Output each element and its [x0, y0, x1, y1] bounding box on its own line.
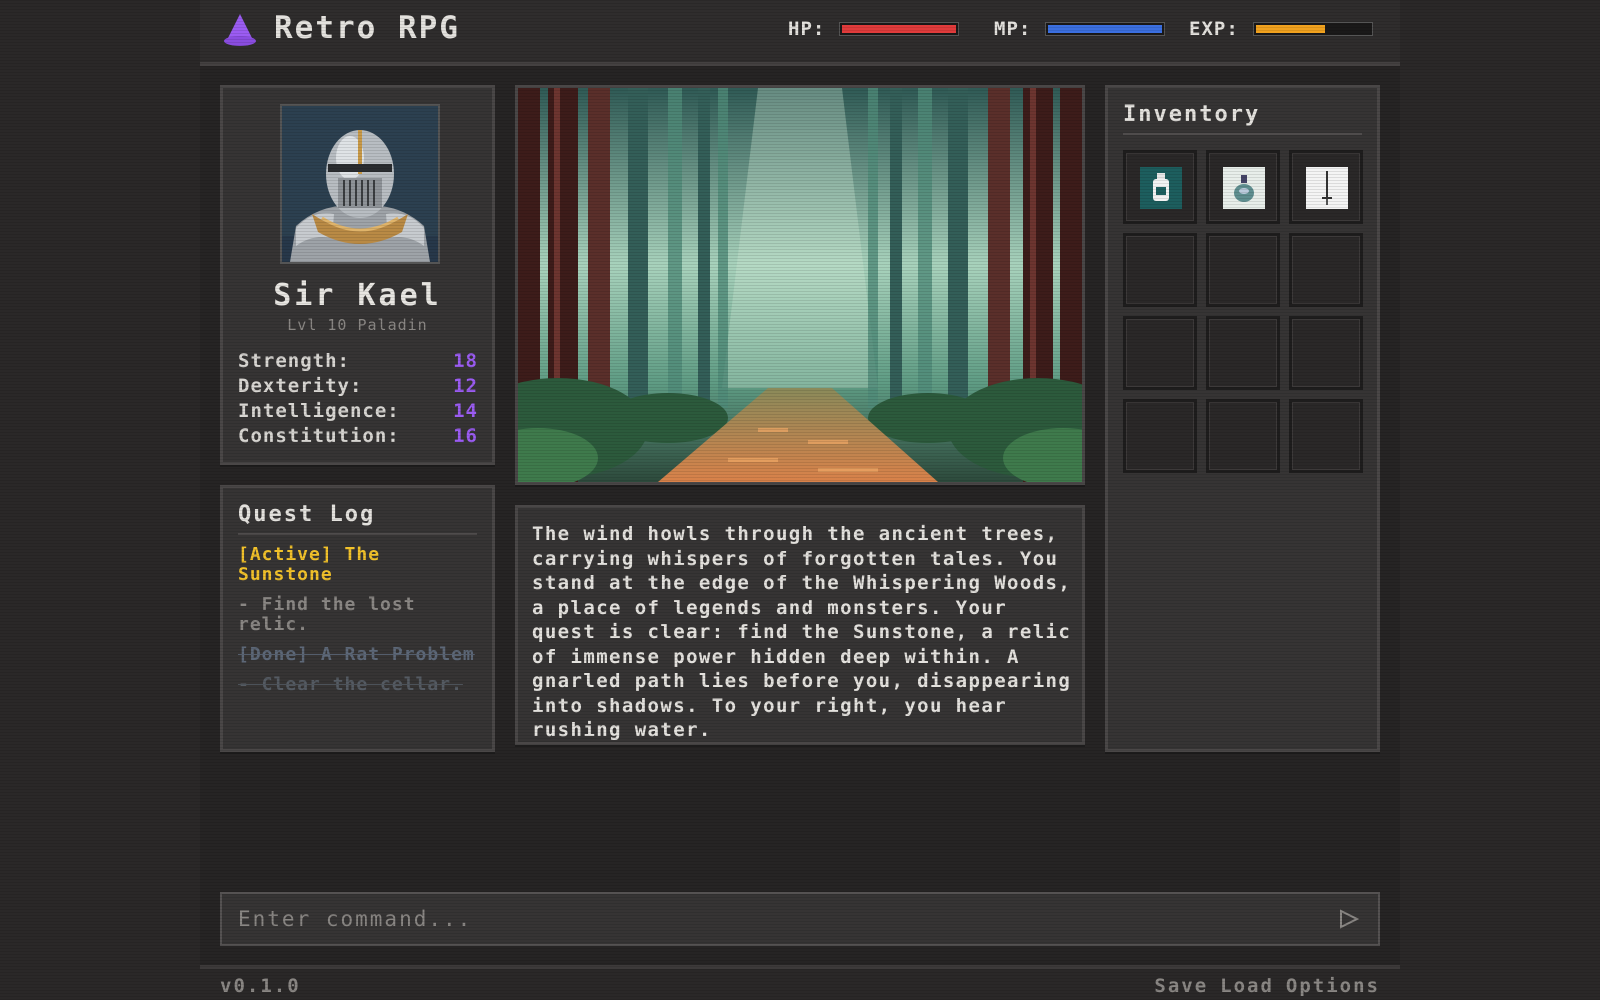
quest-log-title: Quest Log — [238, 502, 477, 535]
inventory-slot[interactable] — [1289, 316, 1363, 390]
stat-label: Constitution: — [238, 425, 400, 447]
inventory-slot[interactable] — [1289, 150, 1363, 224]
stat-label: Intelligence: — [238, 400, 400, 422]
quest-objective: - Find the lost relic. — [238, 594, 416, 635]
quest-log-panel: Quest Log [Active] The Sunstone - Find t… — [220, 485, 495, 752]
inventory-slot[interactable] — [1206, 233, 1280, 307]
stat-value: 12 — [453, 375, 478, 397]
character-panel: Sir Kael Lvl 10 Paladin Strength: 18 Dex… — [220, 85, 495, 465]
inventory-slot[interactable] — [1123, 399, 1197, 473]
stat-row-dexterity: Dexterity: 12 — [238, 375, 478, 400]
flask-icon — [1223, 167, 1265, 209]
stat-value: 16 — [453, 425, 478, 447]
stat-value: 18 — [453, 350, 478, 372]
inventory-slot[interactable] — [1289, 233, 1363, 307]
inventory-title: Inventory — [1123, 102, 1362, 135]
scene-view — [515, 85, 1085, 485]
options-button[interactable]: Options — [1286, 975, 1380, 997]
knight-portrait-image — [282, 106, 438, 262]
character-portrait — [280, 104, 440, 264]
stat-row-intelligence: Intelligence: 14 — [238, 400, 478, 425]
inventory-slot[interactable] — [1206, 150, 1280, 224]
quest-list: [Active] The Sunstone - Find the lost re… — [238, 545, 480, 705]
send-icon[interactable] — [1338, 908, 1360, 930]
exp-bar-fill — [1255, 25, 1325, 33]
stat-value: 14 — [453, 400, 478, 422]
exp-bar: EXP: — [1189, 17, 1373, 41]
hp-bar-fill — [842, 25, 957, 33]
stat-label: Dexterity: — [238, 375, 363, 397]
stat-label: Strength: — [238, 350, 350, 372]
forest-scene-image — [518, 88, 1082, 482]
wizard-hat-icon — [224, 14, 256, 46]
quest-active[interactable]: [Active] The Sunstone — [238, 545, 480, 585]
mp-label: MP: — [994, 18, 1032, 40]
footer-menu: Save Load Options — [1154, 975, 1380, 997]
app-title: Retro RPG — [274, 10, 460, 46]
exp-bar-track — [1252, 22, 1373, 36]
character-class: Lvl 10 Paladin — [287, 316, 428, 334]
hp-label: HP: — [788, 18, 826, 40]
potion-bottle-icon — [1140, 167, 1182, 209]
inventory-slot[interactable] — [1123, 233, 1197, 307]
footer: v0.1.0 Save Load Options — [200, 965, 1400, 1000]
inventory-slot[interactable] — [1123, 316, 1197, 390]
sword-icon — [1306, 167, 1348, 209]
mp-bar-fill — [1048, 25, 1163, 33]
hp-bar: HP: — [788, 17, 960, 41]
inventory-slot[interactable] — [1206, 316, 1280, 390]
load-button[interactable]: Load — [1220, 975, 1274, 997]
character-name: Sir Kael — [273, 278, 442, 313]
game-frame: Retro RPG HP: MP: EXP: Sir Kael Lvl 10 P… — [200, 0, 1400, 1000]
inventory-grid — [1123, 150, 1363, 473]
stat-row-strength: Strength: 18 — [238, 350, 478, 375]
mp-bar-track — [1045, 22, 1166, 36]
command-input[interactable] — [238, 894, 1318, 944]
inventory-slot[interactable] — [1123, 150, 1197, 224]
inventory-slot[interactable] — [1206, 399, 1280, 473]
save-button[interactable]: Save — [1154, 975, 1208, 997]
stat-row-constitution: Constitution: 16 — [238, 425, 478, 450]
version-label: v0.1.0 — [220, 975, 301, 997]
narrative-panel: The wind howls through the ancient trees… — [515, 505, 1085, 745]
inventory-panel: Inventory — [1105, 85, 1380, 752]
mp-bar: MP: — [994, 17, 1166, 41]
quest-done[interactable]: [Done] A Rat Problem — [238, 645, 480, 665]
character-stats: Strength: 18 Dexterity: 12 Intelligence:… — [238, 350, 478, 450]
narrative-text: The wind howls through the ancient trees… — [532, 523, 1072, 741]
exp-label: EXP: — [1189, 18, 1239, 40]
quest-done-objective: - Clear the cellar. — [238, 674, 463, 695]
header: Retro RPG HP: MP: EXP: — [200, 0, 1400, 66]
hp-bar-track — [839, 22, 960, 36]
inventory-slot[interactable] — [1289, 399, 1363, 473]
command-bar — [220, 892, 1380, 946]
